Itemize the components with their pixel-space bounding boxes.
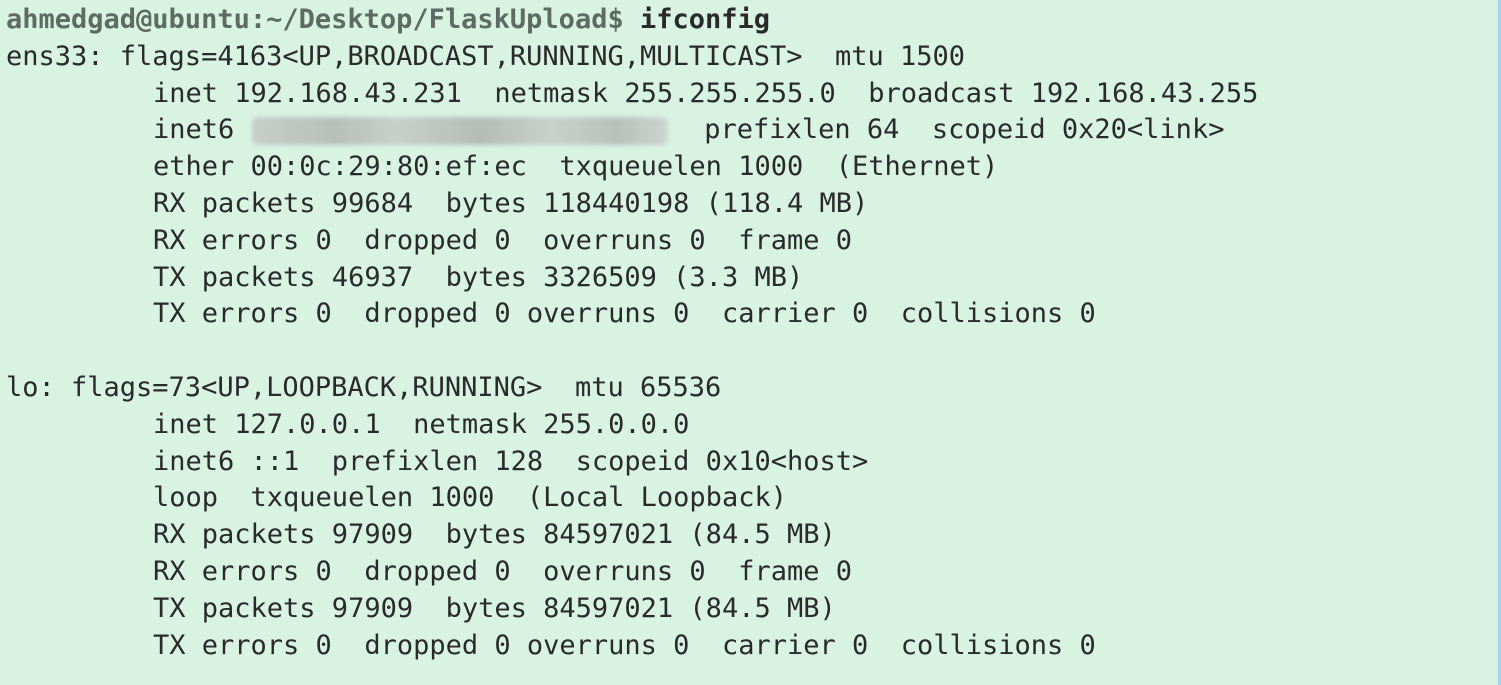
interface-detail-line: inet 127.0.0.1 netmask 255.0.0.0 <box>6 407 1498 444</box>
inet-line: inet 127.0.0.1 netmask 255.0.0.0 <box>153 408 690 440</box>
interface-detail-line: loop txqueuelen 1000 (Local Loopback) <box>6 480 1498 517</box>
link-line: loop txqueuelen 1000 (Local Loopback) <box>153 482 787 514</box>
interface-detail-line: inet 192.168.43.231 netmask 255.255.255.… <box>6 76 1498 113</box>
interface-detail-line: RX packets 97909 bytes 84597021 (84.5 MB… <box>6 517 1498 554</box>
interface-detail-line: TX packets 97909 bytes 84597021 (84.5 MB… <box>6 591 1498 628</box>
tx-errors-line: TX errors 0 dropped 0 overruns 0 carrier… <box>153 298 1096 330</box>
rx-packets-line: RX packets 97909 bytes 84597021 (84.5 MB… <box>153 519 836 551</box>
inet6-label: inet6 <box>153 114 235 146</box>
rx-errors-line: RX errors 0 dropped 0 overruns 0 frame 0 <box>153 224 852 256</box>
tx-packets-line: TX packets 46937 bytes 3326509 (3.3 MB) <box>153 261 804 293</box>
interface-detail-line: ether 00:0c:29:80:ef:ec txqueuelen 1000 … <box>6 149 1498 186</box>
rx-packets-line: RX packets 99684 bytes 118440198 (118.4 … <box>153 187 869 219</box>
interface-header: lo: flags=73<UP,LOOPBACK,RUNNING> mtu 65… <box>6 371 722 403</box>
interface-detail-line: TX packets 46937 bytes 3326509 (3.3 MB) <box>6 260 1498 297</box>
inet-line: inet 192.168.43.231 netmask 255.255.255.… <box>153 77 1259 109</box>
interface-detail-line: inet6 prefixlen 64 scopeid 0x20<link> <box>6 112 1498 149</box>
interface-detail-line: RX packets 99684 bytes 118440198 (118.4 … <box>6 186 1498 223</box>
command-text: ifconfig <box>639 4 771 35</box>
tx-errors-line: TX errors 0 dropped 0 overruns 0 carrier… <box>153 629 1096 661</box>
link-line: ether 00:0c:29:80:ef:ec txqueuelen 1000 … <box>153 151 999 183</box>
interface-detail-line: RX errors 0 dropped 0 overruns 0 frame 0 <box>6 223 1498 260</box>
inet6-line: inet6 ::1 prefixlen 128 scopeid 0x10<hos… <box>153 445 869 477</box>
prompt-line: ahmedgad@ubuntu:~/Desktop/FlaskUpload$ i… <box>6 2 1498 39</box>
shell-prompt: ahmedgad@ubuntu:~/Desktop/FlaskUpload$ <box>6 4 624 35</box>
interface-header: ens33: flags=4163<UP,BROADCAST,RUNNING,M… <box>6 40 966 72</box>
interface-detail-line: TX errors 0 dropped 0 overruns 0 carrier… <box>6 628 1498 665</box>
tx-packets-line: TX packets 97909 bytes 84597021 (84.5 MB… <box>153 592 836 624</box>
interface-detail-line: TX errors 0 dropped 0 overruns 0 carrier… <box>6 296 1498 333</box>
redacted-ipv6-address <box>252 116 669 145</box>
interface-detail-line: inet6 ::1 prefixlen 128 scopeid 0x10<hos… <box>6 444 1498 481</box>
rx-errors-line: RX errors 0 dropped 0 overruns 0 frame 0 <box>153 555 852 587</box>
terminal-window[interactable]: ahmedgad@ubuntu:~/Desktop/FlaskUpload$ i… <box>0 0 1501 685</box>
interface-detail-line: RX errors 0 dropped 0 overruns 0 frame 0 <box>6 554 1498 591</box>
inet6-rest: prefixlen 64 scopeid 0x20<link> <box>704 114 1225 146</box>
